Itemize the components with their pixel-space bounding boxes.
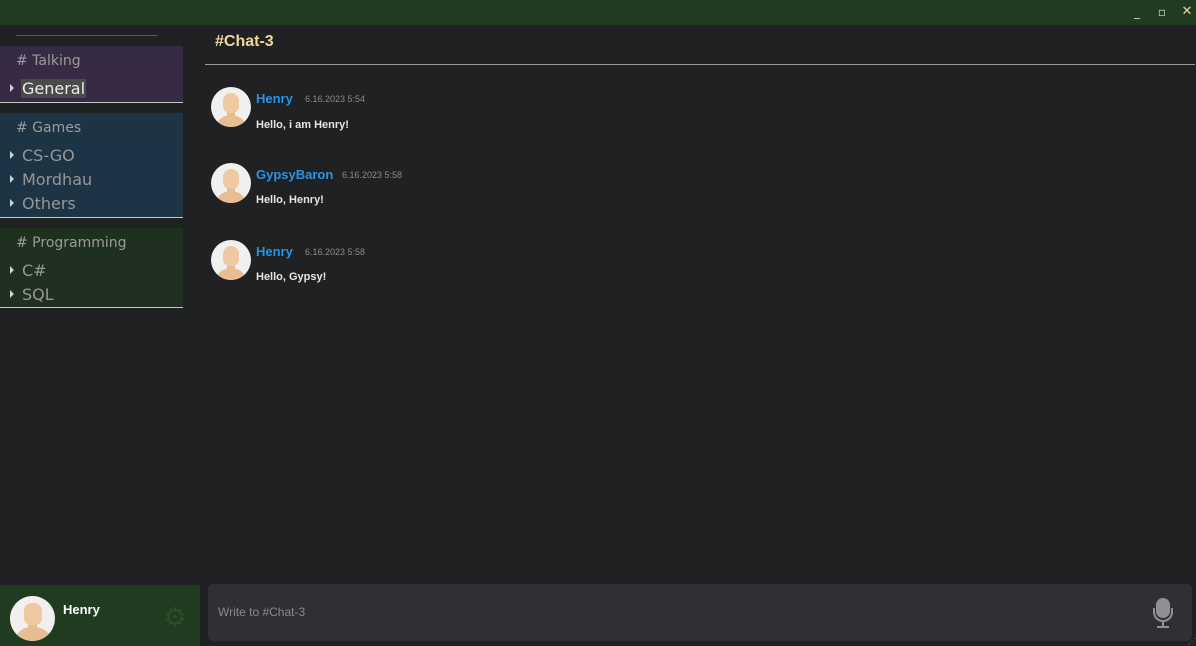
channel-label: SQL <box>22 285 54 304</box>
channel-sidebar: # Talking General # Games CS-GO Mordhau … <box>0 25 200 585</box>
category-title[interactable]: # Games <box>16 120 81 136</box>
resize-grip-icon[interactable]: ⋰ <box>1188 638 1196 646</box>
avatar[interactable] <box>10 596 55 641</box>
avatar[interactable] <box>211 163 251 203</box>
channel-label: General <box>21 79 87 98</box>
user-panel: Henry ⚙ <box>0 585 200 646</box>
expand-arrow-icon <box>10 265 14 274</box>
message-author[interactable]: GypsyBaron <box>256 167 333 182</box>
message-text: Hello, Gypsy! <box>256 271 327 283</box>
message-timestamp: 6.16.2023 5:54 <box>305 94 366 104</box>
channel-general[interactable]: General <box>10 78 87 100</box>
chat-title: #Chat-3 <box>215 33 274 50</box>
message-item: GypsyBaron 6.16.2023 5:58 Hello, Henry! <box>211 163 1111 223</box>
channel-cs-go[interactable]: CS-GO <box>10 145 76 167</box>
sidebar-divider <box>16 35 158 36</box>
channel-mordhau[interactable]: Mordhau <box>10 169 93 191</box>
expand-arrow-icon <box>10 83 14 92</box>
channel-csharp[interactable]: C# <box>10 260 48 282</box>
message-author[interactable]: Henry <box>256 91 293 106</box>
maximize-button[interactable]: ▫ <box>1156 4 1168 20</box>
chat-header-divider <box>205 64 1195 65</box>
message-item: Henry 6.16.2023 5:54 Hello, i am Henry! <box>211 87 1111 147</box>
category-programming: # Programming C# SQL <box>0 228 183 308</box>
current-user-name: Henry <box>63 602 100 617</box>
channel-label: Others <box>22 194 76 213</box>
close-button[interactable]: ✕ <box>1180 4 1194 20</box>
expand-arrow-icon <box>10 289 14 298</box>
gear-icon[interactable]: ⚙ <box>162 605 188 631</box>
message-timestamp: 6.16.2023 5:58 <box>342 170 403 180</box>
message-input[interactable] <box>218 600 1118 624</box>
microphone-icon[interactable] <box>1151 598 1175 628</box>
message-timestamp: 6.16.2023 5:58 <box>305 247 366 257</box>
title-bar: _ ▫ ✕ <box>0 0 1196 25</box>
message-text: Hello, i am Henry! <box>256 119 349 131</box>
channel-label: C# <box>22 261 47 280</box>
message-composer <box>208 584 1192 641</box>
channel-others[interactable]: Others <box>10 193 77 215</box>
expand-arrow-icon <box>10 174 14 183</box>
category-title[interactable]: # Programming <box>16 235 127 251</box>
expand-arrow-icon <box>10 198 14 207</box>
message-text: Hello, Henry! <box>256 194 324 206</box>
avatar[interactable] <box>211 240 251 280</box>
message-author[interactable]: Henry <box>256 244 293 259</box>
message-item: Henry 6.16.2023 5:58 Hello, Gypsy! <box>211 240 1111 300</box>
channel-label: CS-GO <box>22 146 75 165</box>
channel-sql[interactable]: SQL <box>10 284 55 306</box>
category-games: # Games CS-GO Mordhau Others <box>0 113 183 218</box>
minimize-button[interactable]: _ <box>1131 4 1143 20</box>
avatar[interactable] <box>211 87 251 127</box>
expand-arrow-icon <box>10 150 14 159</box>
category-talking: # Talking General <box>0 46 183 103</box>
category-title[interactable]: # Talking <box>16 53 81 69</box>
channel-label: Mordhau <box>22 170 93 189</box>
